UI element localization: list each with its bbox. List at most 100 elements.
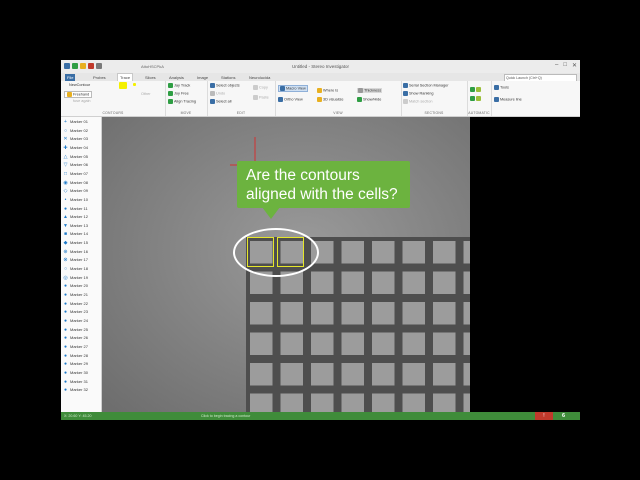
auto-trace-button[interactable] (470, 96, 482, 101)
marker-label: Marker 14 (70, 231, 89, 237)
marker-item[interactable]: ● Marker 27 (63, 344, 88, 352)
marker-label: Marker 09 (70, 188, 89, 194)
tools-icon (494, 85, 499, 90)
tools-button[interactable]: Tools (494, 85, 509, 90)
grid-cell (433, 271, 456, 294)
tab-trace[interactable]: Trace (117, 73, 134, 81)
align-tracing-button[interactable]: Align Tracing (168, 99, 196, 104)
maximize-button[interactable]: □ (563, 62, 567, 69)
paste-button[interactable]: Paste (253, 95, 269, 100)
marker-item[interactable]: ✕ Marker 03 (63, 136, 88, 144)
marker-item[interactable]: • Marker 10 (63, 197, 88, 205)
marker-item[interactable]: ◎ Marker 19 (63, 275, 88, 283)
where-is-button[interactable]: Where Is (317, 88, 338, 93)
group-label-automatic: AUTOMATIC (468, 111, 490, 115)
marker-label: Marker 08 (70, 179, 89, 185)
marker-item[interactable]: ● Marker 21 (63, 292, 88, 300)
serial-section-manager-button[interactable]: Serial Section Manager (403, 83, 448, 88)
marker-item[interactable]: ● Marker 25 (63, 327, 88, 335)
thickness-button[interactable]: Thickness (357, 88, 383, 93)
ortho-view-button[interactable]: Ortho View (278, 97, 303, 102)
marker-item[interactable]: ■ Marker 14 (63, 231, 88, 239)
select-all-icon (210, 99, 215, 104)
marker-symbol-icon: ○ (63, 127, 68, 134)
joy-free-button[interactable]: Joy Free (168, 91, 189, 96)
auto-detect-button[interactable] (470, 87, 482, 92)
grid-cell (402, 271, 425, 294)
tab-neurolucida[interactable]: Neurolucida (247, 74, 272, 81)
marker-label: Marker 27 (70, 343, 89, 349)
marker-item[interactable]: ● Marker 26 (63, 335, 88, 343)
tab-analysis[interactable]: Analysis (167, 74, 186, 81)
marker-item[interactable]: + Marker 01 (63, 119, 88, 127)
auto-refine-icon (476, 87, 481, 92)
marker-symbol-icon: ● (63, 309, 68, 316)
tab-image[interactable]: Image (195, 74, 210, 81)
color-dropdown[interactable] (133, 82, 137, 86)
grid-cell (311, 271, 334, 294)
match-section-button[interactable]: Match section (403, 99, 432, 104)
callout-tail (262, 207, 280, 219)
marker-symbol-icon: ● (63, 387, 68, 394)
marker-item[interactable]: ● Marker 20 (63, 283, 88, 291)
3d-visualize-button[interactable]: 3D visualize (317, 97, 343, 102)
marker-item[interactable]: ○ Marker 02 (63, 128, 88, 136)
grid-cell (311, 393, 334, 412)
contour-color-swatch[interactable] (119, 82, 128, 89)
contour-type-select[interactable]: Freehand (64, 91, 93, 98)
tab-file[interactable]: File (65, 74, 76, 81)
marker-item[interactable]: ◆ Marker 15 (63, 240, 88, 248)
show-hide-button[interactable]: Show/Hide (357, 97, 381, 102)
marker-item[interactable]: △ Marker 05 (63, 154, 88, 162)
marker-item[interactable]: ▲ Marker 12 (63, 214, 88, 222)
grid-cell (372, 241, 395, 264)
marker-item[interactable]: ▼ Marker 13 (63, 223, 88, 231)
marker-item[interactable]: ○ Marker 18 (63, 266, 88, 274)
contour-2[interactable] (277, 237, 304, 267)
marker-item[interactable]: ◉ Marker 08 (63, 180, 88, 188)
joy-track-button[interactable]: Jay Track (168, 83, 190, 88)
select-objects-button[interactable]: Select objects (210, 83, 240, 88)
marker-item[interactable]: ● Marker 29 (63, 361, 88, 369)
marker-item[interactable]: □ Marker 07 (63, 171, 88, 179)
grid-cell (341, 302, 364, 325)
marker-item[interactable]: ▽ Marker 06 (63, 162, 88, 170)
marker-item[interactable]: ● Marker 28 (63, 353, 88, 361)
app-window: AttoHSCPkA Untitled - Stereo Investigato… (61, 60, 580, 420)
marker-item[interactable]: ● Marker 31 (63, 379, 88, 387)
marker-item[interactable]: ● Marker 23 (63, 309, 88, 317)
marker-symbol-icon: • (64, 196, 67, 203)
marker-item[interactable]: ● Marker 30 (63, 370, 88, 378)
tab-stations[interactable]: Stations (219, 74, 237, 81)
marker-symbol-icon: ◎ (63, 274, 68, 281)
new-contour-button[interactable]: NewContour (69, 83, 90, 87)
marker-item[interactable]: ● Marker 22 (63, 301, 88, 309)
copy-button[interactable]: Copy (253, 85, 268, 90)
copy-icon (253, 85, 258, 90)
marker-item[interactable]: ◇ Marker 09 (63, 188, 88, 196)
marker-item[interactable]: ● Marker 24 (63, 318, 88, 326)
contour-1[interactable] (247, 237, 274, 267)
grid-cell (311, 302, 334, 325)
show-ranking-button[interactable]: Show Ranking (403, 91, 433, 96)
marker-item[interactable]: ✚ Marker 04 (63, 145, 88, 153)
other-button[interactable]: Other (141, 92, 151, 96)
marker-item[interactable]: ⊗ Marker 17 (63, 257, 88, 265)
marker-symbol-icon: ● (63, 361, 68, 368)
tab-slices[interactable]: Slices (143, 74, 158, 81)
minimize-button[interactable]: – (555, 62, 558, 69)
error-badge[interactable]: ! (535, 412, 553, 420)
tab-probes[interactable]: Probes (91, 74, 108, 81)
marker-item[interactable]: ● Marker 32 (63, 387, 88, 395)
marker-item[interactable]: ⊕ Marker 16 (63, 249, 88, 257)
close-button[interactable]: ✕ (572, 62, 577, 69)
macro-view-button[interactable]: Macro View (278, 85, 308, 92)
marker-label: Marker 17 (70, 257, 89, 263)
marker-label: Marker 28 (70, 352, 89, 358)
auto-icon (470, 87, 475, 92)
select-all-button[interactable]: Select all (210, 99, 231, 104)
undo-button[interactable]: Undo (210, 91, 225, 96)
marker-item[interactable]: ● Marker 11 (63, 206, 88, 214)
grid-cell (280, 332, 303, 355)
measure-line-button[interactable]: Measure line (494, 97, 522, 102)
